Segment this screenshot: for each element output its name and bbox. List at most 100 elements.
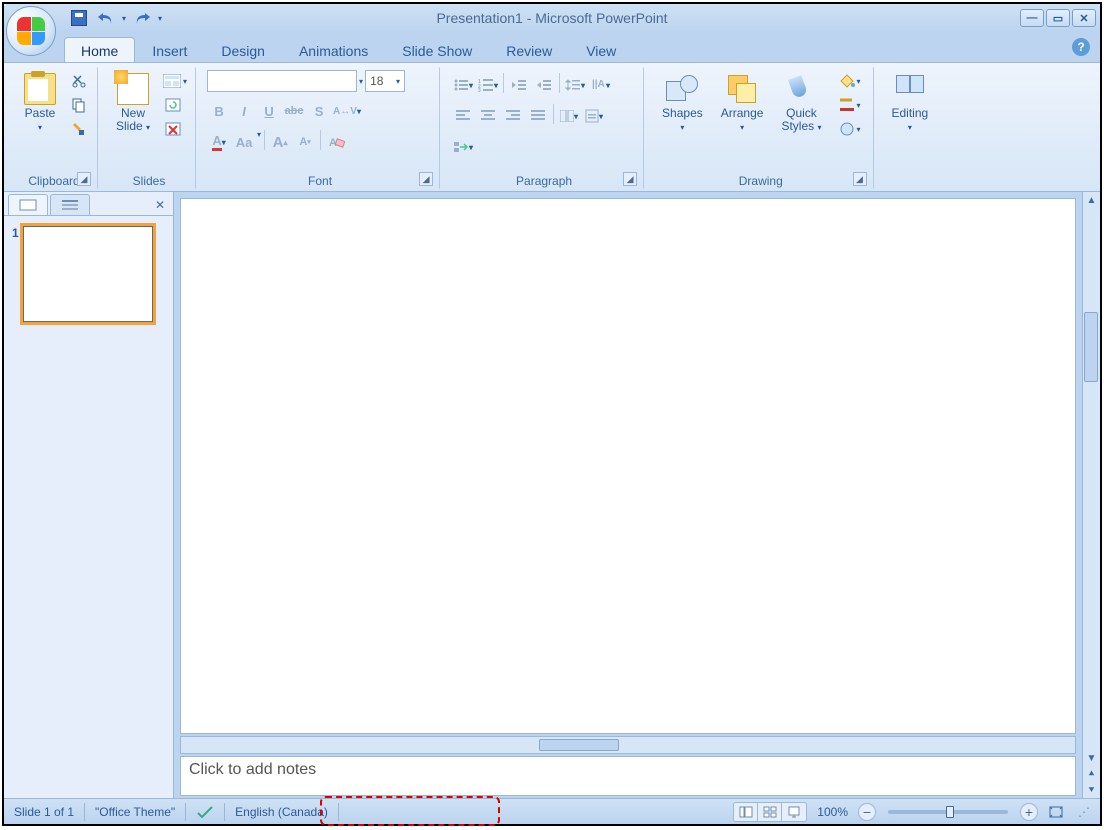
align-right-button[interactable] xyxy=(501,104,525,128)
vscroll-thumb[interactable] xyxy=(1084,312,1098,382)
shadow-button[interactable]: S xyxy=(307,99,331,123)
line-spacing-button[interactable]: ▾ xyxy=(563,73,587,97)
align-left-button[interactable] xyxy=(451,104,475,128)
justify-button[interactable] xyxy=(526,104,550,128)
close-button[interactable]: ✕ xyxy=(1072,9,1096,27)
close-pane-button[interactable]: ✕ xyxy=(151,198,169,212)
shape-effects-button[interactable]: ▾ xyxy=(833,118,867,140)
underline-button[interactable]: U xyxy=(257,99,281,123)
quick-styles-button[interactable]: Quick Styles ▾ xyxy=(774,70,828,136)
theme-name[interactable]: "Office Theme" xyxy=(91,805,179,819)
font-size-combo[interactable]: 18▾ xyxy=(365,70,405,92)
prev-slide[interactable]: ⯅ xyxy=(1083,766,1100,782)
outline-tab[interactable] xyxy=(50,194,90,215)
increase-indent-button[interactable] xyxy=(532,73,556,97)
convert-smartart-button[interactable]: ▾ xyxy=(451,135,475,159)
fit-to-window-button[interactable] xyxy=(1044,805,1068,819)
qat-customize[interactable]: ▾ xyxy=(158,14,162,23)
tab-home[interactable]: Home xyxy=(64,37,135,62)
outdent-icon xyxy=(511,78,527,92)
tab-view[interactable]: View xyxy=(569,37,633,62)
font-name-combo[interactable] xyxy=(207,70,357,92)
italic-button[interactable]: I xyxy=(232,99,256,123)
text-direction-button[interactable]: ||A▾ xyxy=(588,73,612,97)
save-button[interactable] xyxy=(68,7,90,29)
outline-tab-icon xyxy=(60,198,80,212)
normal-view-button[interactable] xyxy=(734,803,758,821)
spellcheck-button[interactable] xyxy=(192,805,218,819)
delete-slide-button[interactable] xyxy=(161,118,185,140)
shape-outline-button[interactable]: ▾ xyxy=(833,94,867,116)
zoom-handle[interactable] xyxy=(946,806,954,818)
drawing-launcher[interactable]: ◢ xyxy=(853,172,867,186)
maximize-button[interactable]: ▭ xyxy=(1046,9,1070,27)
shrink-font-button[interactable]: A▾ xyxy=(293,130,317,154)
format-painter-button[interactable] xyxy=(67,118,91,140)
reset-button[interactable] xyxy=(161,94,185,116)
slide-thumbnail-1[interactable]: 1 xyxy=(12,226,165,322)
columns-icon xyxy=(560,110,574,122)
paste-button[interactable]: Paste▾ xyxy=(17,70,63,136)
align-text-icon xyxy=(585,109,599,123)
font-name-dropdown[interactable]: ▾ xyxy=(359,77,363,86)
undo-icon xyxy=(97,10,115,26)
hscroll-thumb[interactable] xyxy=(539,739,619,751)
redo-button[interactable] xyxy=(131,7,153,29)
language-button[interactable]: English (Canada) xyxy=(231,805,332,819)
shapes-button[interactable]: Shapes▾ xyxy=(655,70,710,136)
clipboard-launcher[interactable]: ◢ xyxy=(77,172,91,186)
bold-button[interactable]: B xyxy=(207,99,231,123)
resize-grip[interactable]: ⋰ xyxy=(1074,805,1094,819)
numbering-button[interactable]: 123▾ xyxy=(476,73,500,97)
scroll-up[interactable]: ▲ xyxy=(1083,192,1100,208)
slide-canvas[interactable] xyxy=(180,198,1076,734)
grow-font-button[interactable]: A▴ xyxy=(268,130,292,154)
font-size-value: 18 xyxy=(370,74,383,88)
zoom-out-button[interactable]: − xyxy=(858,803,876,821)
next-slide[interactable]: ⯆ xyxy=(1083,782,1100,798)
cut-button[interactable] xyxy=(67,70,91,92)
minimize-button[interactable]: — xyxy=(1020,9,1044,27)
scroll-down[interactable]: ▼ xyxy=(1083,750,1100,766)
office-button[interactable] xyxy=(6,6,56,56)
align-right-icon xyxy=(506,110,520,122)
slides-tab[interactable] xyxy=(8,194,48,215)
new-slide-button[interactable]: New Slide ▾ xyxy=(109,70,157,136)
shape-fill-button[interactable]: ▾ xyxy=(833,70,867,92)
vertical-scrollbar[interactable]: ▲ ▼ ⯅ ⯆ xyxy=(1082,192,1100,798)
font-launcher[interactable]: ◢ xyxy=(419,172,433,186)
columns-button[interactable]: ▾ xyxy=(557,104,581,128)
align-text-button[interactable]: ▾ xyxy=(582,104,606,128)
slideshow-view-button[interactable] xyxy=(782,803,806,821)
tab-insert[interactable]: Insert xyxy=(135,37,204,62)
strike-button[interactable]: abc xyxy=(282,99,306,123)
tab-design[interactable]: Design xyxy=(204,37,282,62)
status-bar: Slide 1 of 1 "Office Theme" English (Can… xyxy=(4,798,1100,824)
editor-area: Click to add notes xyxy=(174,192,1082,798)
editing-button[interactable]: Editing▾ xyxy=(885,70,936,136)
layout-button[interactable]: ▾ xyxy=(161,70,189,92)
help-button[interactable]: ? xyxy=(1072,38,1090,56)
clear-formatting-button[interactable]: A xyxy=(324,130,348,154)
slide-count[interactable]: Slide 1 of 1 xyxy=(10,805,78,819)
zoom-in-button[interactable]: + xyxy=(1020,803,1038,821)
bullets-button[interactable]: ▾ xyxy=(451,73,475,97)
sorter-view-button[interactable] xyxy=(758,803,782,821)
horizontal-scrollbar[interactable] xyxy=(180,736,1076,754)
zoom-level[interactable]: 100% xyxy=(813,805,852,819)
change-case-button[interactable]: Aa xyxy=(232,130,256,154)
align-center-button[interactable] xyxy=(476,104,500,128)
undo-button[interactable] xyxy=(95,7,117,29)
tab-review[interactable]: Review xyxy=(489,37,569,62)
tab-animations[interactable]: Animations xyxy=(282,37,385,62)
notes-pane[interactable]: Click to add notes xyxy=(180,756,1076,796)
char-spacing-button[interactable]: A↔V▾ xyxy=(332,99,362,123)
undo-dropdown[interactable]: ▾ xyxy=(122,14,126,23)
paragraph-launcher[interactable]: ◢ xyxy=(623,172,637,186)
tab-slide-show[interactable]: Slide Show xyxy=(385,37,489,62)
decrease-indent-button[interactable] xyxy=(507,73,531,97)
copy-button[interactable] xyxy=(67,94,91,116)
arrange-button[interactable]: Arrange▾ xyxy=(714,70,771,136)
zoom-slider[interactable] xyxy=(888,810,1008,814)
font-color-button[interactable]: A▾ xyxy=(207,130,231,154)
